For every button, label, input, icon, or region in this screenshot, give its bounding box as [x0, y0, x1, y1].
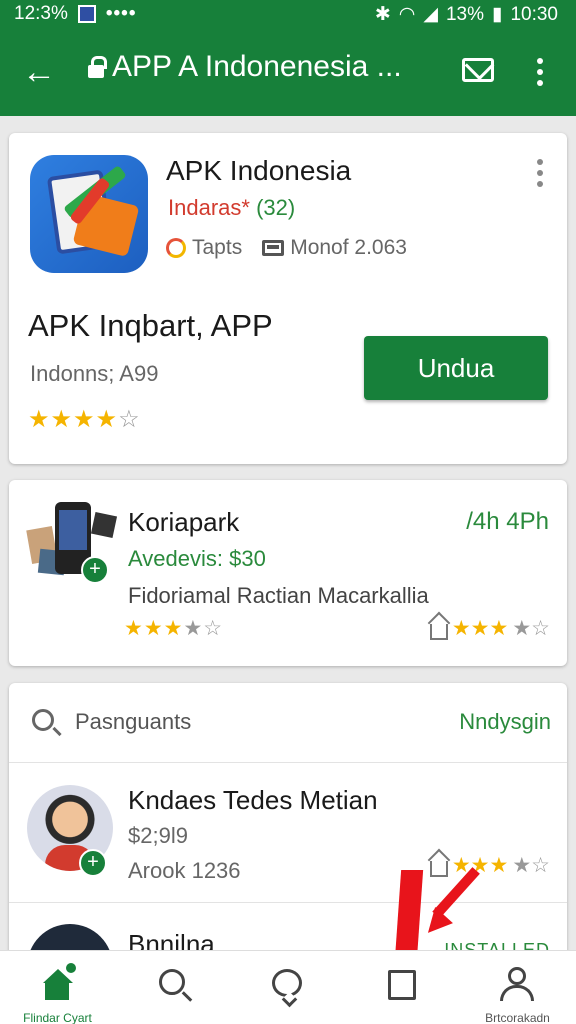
- app-card-time: /4h 4Ph: [466, 508, 549, 535]
- meta-size: Monof 2.063: [290, 236, 407, 259]
- home-outline-icon: [429, 623, 448, 640]
- search-icon: [159, 969, 185, 995]
- status-bar-right: ✱ ◠ ◢ 13% ▮ 10:30: [375, 3, 558, 26]
- category-ring-icon: [166, 238, 186, 258]
- nav-library[interactable]: [345, 951, 460, 1024]
- app-bar: ← APP A Indonenesia ...: [0, 30, 576, 116]
- list-item-name: Kndaes Tedes Metian: [128, 785, 378, 815]
- search-row-link[interactable]: Nndysgin: [459, 709, 551, 735]
- add-badge-icon[interactable]: +: [79, 849, 107, 877]
- mail-icon[interactable]: [462, 58, 494, 82]
- rating-stars-empty: ★☆: [512, 854, 550, 877]
- rating-stars-empty: ★☆: [183, 617, 224, 640]
- search-input[interactable]: Pasnguants: [75, 709, 191, 735]
- app-secondary-info: Indonns; A99: [30, 361, 159, 386]
- square-icon: [388, 970, 416, 1000]
- app-card-rating-left: ★★★★☆: [124, 616, 223, 641]
- app-developer[interactable]: Indaras* (32): [168, 195, 295, 221]
- rating-stars-filled: ★★★: [124, 617, 184, 640]
- more-notifications-icon: ••••: [105, 3, 137, 24]
- app-card[interactable]: + Koriapark Avedevis: $30 Fidoriamal Rac…: [9, 480, 567, 666]
- app-card-price: Avedevis: $30: [128, 546, 266, 571]
- status-bar: 12:3% •••• ✱ ◠ ◢ 13% ▮ 10:30: [0, 0, 576, 30]
- back-arrow-icon[interactable]: ←: [22, 52, 58, 92]
- page-title: APP A Indonenesia ...: [112, 50, 402, 83]
- app-meta: Tapts Monof 2.063: [166, 236, 407, 260]
- meta-type: Tapts: [192, 236, 243, 259]
- add-badge-icon[interactable]: +: [81, 556, 109, 584]
- status-bar-left: 12:3% ••••: [14, 3, 136, 25]
- app-subtitle: APK Inqbart, APP: [28, 308, 273, 343]
- app-list-section: Pasnguants Nndysgin + Kndaes Tedes Metia…: [9, 683, 567, 963]
- app-notification-icon: [77, 5, 96, 23]
- install-button[interactable]: Undua: [364, 336, 548, 400]
- status-left-text: 12:3%: [14, 3, 68, 24]
- signal-icon: ◢: [423, 4, 438, 25]
- nav-home[interactable]: Flindar Cyart: [0, 951, 115, 1024]
- app-rating: ★★★★☆: [28, 405, 141, 434]
- rating-stars-empty: ★☆: [512, 617, 550, 640]
- search-row[interactable]: Pasnguants Nndysgin: [9, 683, 567, 763]
- app-card-rating-right: ★★★ ★☆: [429, 616, 550, 641]
- home-icon: [40, 963, 76, 1000]
- featured-app-card[interactable]: APK Indonesia Indaras* (32) Tapts Monof …: [9, 133, 567, 464]
- nav-profile-label: Brtcorakadn: [485, 1011, 550, 1024]
- nav-chat[interactable]: [230, 951, 345, 1024]
- list-item[interactable]: + Kndaes Tedes Metian $2;9l9 Arook 1236 …: [9, 763, 567, 903]
- rating-stars-filled: ★★★: [451, 854, 509, 877]
- app-card-name: Koriapark: [128, 507, 240, 537]
- app-icon: [30, 155, 148, 273]
- search-icon[interactable]: [32, 709, 54, 731]
- storage-icon: [262, 240, 285, 256]
- list-item-rating: ★★★ ★☆: [429, 853, 550, 878]
- chat-bubble-icon: [272, 969, 302, 997]
- overflow-menu-icon[interactable]: [537, 58, 543, 86]
- profile-icon-body: [500, 985, 534, 1001]
- app-name: APK Indonesia: [166, 155, 352, 186]
- card-menu-icon[interactable]: [537, 159, 543, 187]
- nav-search[interactable]: [115, 951, 230, 1024]
- nav-profile[interactable]: Brtcorakadn: [460, 951, 575, 1024]
- rating-stars-filled: ★★★: [451, 617, 509, 640]
- home-outline-icon: [429, 860, 448, 877]
- profile-icon: [508, 967, 526, 985]
- rating-stars-empty: ☆: [118, 406, 141, 433]
- list-item-price: $2;9l9: [128, 823, 188, 848]
- status-time: 10:30: [510, 3, 558, 25]
- review-count: (32): [256, 195, 296, 220]
- wifi-icon: ◠: [398, 4, 416, 25]
- bottom-navigation: Flindar Cyart Brtcorakadn: [0, 950, 576, 1024]
- app-bar-title-group: APP A Indonenesia ...: [88, 50, 402, 84]
- bluetooth-icon: ✱: [374, 4, 391, 25]
- developer-name: Indaras*: [168, 195, 250, 220]
- lock-icon: [88, 56, 107, 78]
- battery-level: 13%: [445, 3, 484, 25]
- list-item-sub: Arook 1236: [128, 858, 241, 883]
- battery-icon: ▮: [491, 4, 503, 25]
- nav-home-label: Flindar Cyart: [23, 1011, 92, 1024]
- app-card-description: Fidoriamal Ractian Macarkallia: [128, 583, 429, 608]
- rating-stars-filled: ★★★★: [28, 406, 119, 433]
